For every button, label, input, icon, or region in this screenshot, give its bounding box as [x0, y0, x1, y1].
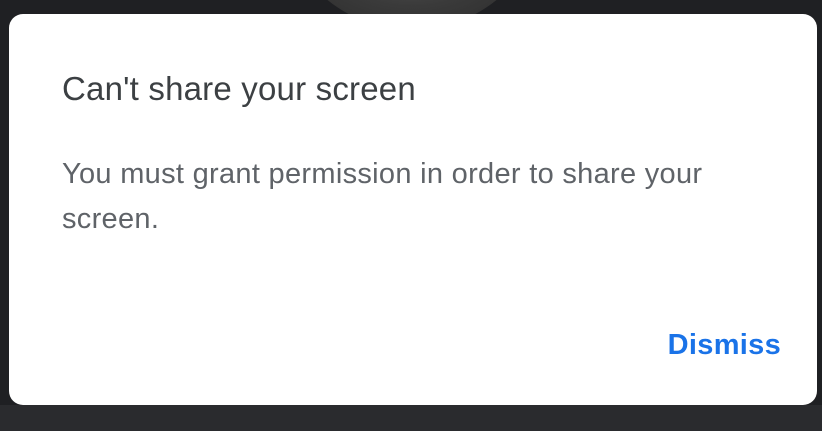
dialog-title: Can't share your screen	[62, 70, 416, 107]
bottom-bar	[0, 405, 822, 431]
screen-share-error-dialog: Can't share your screen You must grant p…	[9, 14, 817, 405]
dismiss-button[interactable]: Dismiss	[668, 323, 781, 368]
dialog-message: You must grant permission in order to sh…	[62, 158, 703, 235]
